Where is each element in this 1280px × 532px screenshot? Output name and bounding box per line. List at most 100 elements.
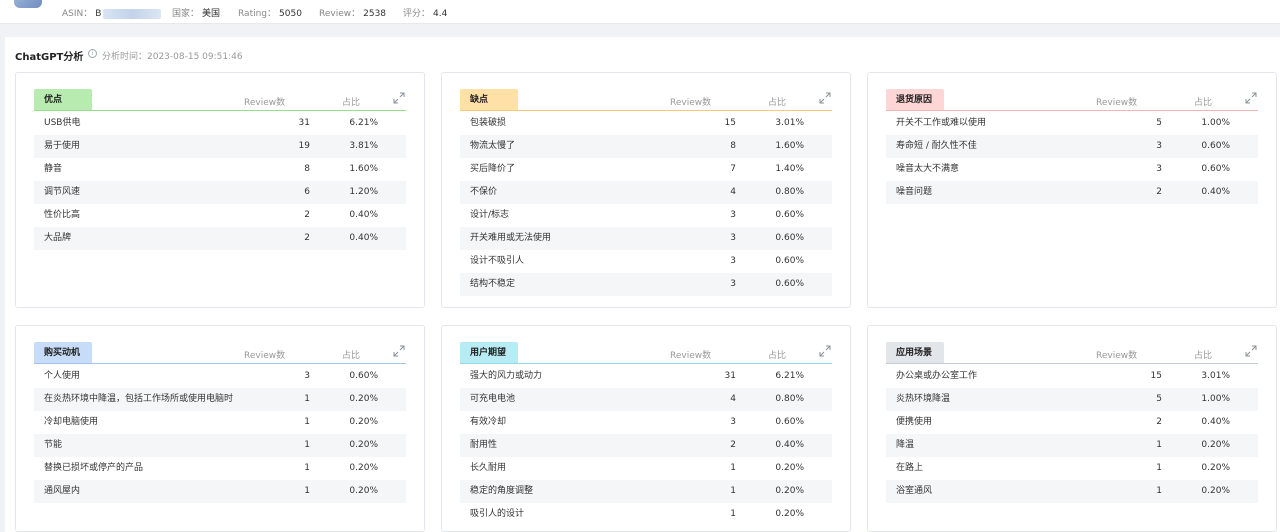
expand-icon[interactable] (819, 92, 831, 104)
table-row: 结构不稳定 3 0.60% (460, 273, 832, 296)
card-tag: 缺点 (460, 89, 518, 111)
product-thumbnail[interactable] (14, 0, 42, 8)
card-divider (34, 110, 406, 111)
row-ratio: 0.80% (775, 394, 804, 404)
row-review-count: 1 (730, 463, 736, 473)
row-ratio: 1.60% (775, 141, 804, 151)
row-ratio: 3.01% (775, 118, 804, 128)
row-label: 浴室通风 (896, 486, 933, 496)
row-ratio: 1.20% (349, 187, 378, 197)
row-ratio: 0.80% (775, 187, 804, 197)
row-label: 办公桌或办公室工作 (896, 371, 978, 381)
table-row: 易于使用 19 3.81% (34, 135, 406, 158)
row-label: 冷却电脑使用 (44, 417, 99, 427)
table-row: 降温 1 0.20% (886, 434, 1258, 457)
column-header-review: Review数 (1096, 98, 1138, 108)
row-label: 大品牌 (44, 233, 72, 243)
table-row: 强大的风力或动力 31 6.21% (460, 365, 832, 388)
row-review-count: 15 (724, 118, 736, 128)
row-label: 炎热环境降温 (896, 394, 951, 404)
row-ratio: 0.60% (1201, 141, 1230, 151)
row-review-count: 3 (730, 233, 736, 243)
column-header-ratio: 占比 (342, 351, 361, 361)
row-ratio: 0.20% (1201, 440, 1230, 450)
card-tag: 用户期望 (460, 342, 518, 364)
row-ratio: 0.60% (775, 279, 804, 289)
row-review-count: 2 (304, 210, 310, 220)
row-review-count: 1 (1156, 463, 1162, 473)
row-ratio: 3.81% (349, 141, 378, 151)
row-review-count: 3 (730, 417, 736, 427)
column-header-ratio: 占比 (768, 351, 787, 361)
card-tag: 应用场景 (886, 342, 944, 364)
row-label: 噪音问题 (896, 187, 933, 197)
row-ratio: 1.00% (1201, 394, 1230, 404)
card-use-scenarios: 应用场景 Review数 占比 办公桌或办公室工作 15 3.01% 炎热环境降温 5 1.00… (867, 325, 1277, 532)
asin-field: ASIN： B (62, 6, 162, 19)
row-ratio: 0.20% (349, 440, 378, 450)
row-review-count: 4 (730, 394, 736, 404)
row-label: 通风屋内 (44, 486, 81, 496)
row-ratio: 0.40% (1201, 417, 1230, 427)
row-ratio: 0.60% (1201, 164, 1230, 174)
row-review-count: 2 (1156, 187, 1162, 197)
table-row: 在路上 1 0.20% (886, 457, 1258, 480)
row-label: 耐用性 (470, 440, 498, 450)
table-row: 包装破损 15 3.01% (460, 112, 832, 135)
table-row: 节能 1 0.20% (34, 434, 406, 457)
table-row: 冷却电脑使用 1 0.20% (34, 411, 406, 434)
expand-icon[interactable] (1245, 92, 1257, 104)
row-review-count: 2 (304, 233, 310, 243)
row-label: 强大的风力或动力 (470, 371, 543, 381)
table-row: 设计不吸引人 3 0.60% (460, 250, 832, 273)
column-header-review: Review数 (244, 98, 286, 108)
row-ratio: 0.20% (349, 394, 378, 404)
info-icon[interactable]: i (88, 49, 97, 58)
column-header-review: Review数 (670, 98, 712, 108)
row-ratio: 6.21% (349, 118, 378, 128)
rating-field: Rating： 5050 (238, 6, 302, 19)
row-label: 易于使用 (44, 141, 81, 151)
row-label: 在炎热环境中降温，包括工作场所或使用电脑时 (44, 394, 234, 404)
table-row: 静音 8 1.60% (34, 158, 406, 181)
asin-redacted (103, 8, 162, 19)
card-divider (886, 363, 1258, 364)
row-review-count: 31 (724, 371, 736, 381)
row-review-count: 3 (304, 371, 310, 381)
table-row: 替换已损坏或停产的产品 1 0.20% (34, 457, 406, 480)
card-cons: 缺点 Review数 占比 包装破损 15 3.01% 物流太慢了 8 1.60% 买后降价了 7 1… (441, 72, 851, 308)
row-review-count: 3 (1156, 141, 1162, 151)
expand-icon[interactable] (393, 345, 405, 357)
expand-icon[interactable] (819, 345, 831, 357)
table-row: 炎热环境降温 5 1.00% (886, 388, 1258, 411)
card-return-reasons: 退货原因 Review数 占比 开关不工作或难以使用 5 1.00% 寿命短 / 耐久性不佳… (867, 72, 1277, 308)
row-review-count: 5 (1156, 118, 1162, 128)
table-row: 个人使用 3 0.60% (34, 365, 406, 388)
card-divider (886, 110, 1258, 111)
country-value: 美国 (202, 9, 221, 19)
row-review-count: 2 (1156, 417, 1162, 427)
row-label: 吸引人的设计 (470, 509, 525, 519)
analysis-time: 分析时间：2023-08-15 09:51:46 (102, 52, 243, 62)
row-label: 性价比高 (44, 210, 81, 220)
row-review-count: 3 (730, 256, 736, 266)
row-review-count: 31 (298, 118, 310, 128)
expand-icon[interactable] (393, 92, 405, 104)
row-review-count: 5 (1156, 394, 1162, 404)
row-ratio: 0.60% (349, 371, 378, 381)
row-ratio: 0.20% (349, 417, 378, 427)
row-review-count: 15 (1150, 371, 1162, 381)
row-ratio: 1.40% (775, 164, 804, 174)
card-user-expectations: 用户期望 Review数 占比 强大的风力或动力 31 6.21% 可充电电池 4 0.80% 有… (441, 325, 851, 532)
expand-icon[interactable] (1245, 345, 1257, 357)
table-row: 在炎热环境中降温，包括工作场所或使用电脑时 1 0.20% (34, 388, 406, 411)
row-review-count: 8 (730, 141, 736, 151)
column-header-review: Review数 (244, 351, 286, 361)
table-row: 调节风速 6 1.20% (34, 181, 406, 204)
row-ratio: 0.60% (775, 210, 804, 220)
row-label: 设计/标志 (470, 210, 510, 220)
asin-label: ASIN： (62, 9, 93, 19)
row-ratio: 0.20% (775, 509, 804, 519)
row-ratio: 0.40% (349, 210, 378, 220)
row-ratio: 0.60% (775, 417, 804, 427)
